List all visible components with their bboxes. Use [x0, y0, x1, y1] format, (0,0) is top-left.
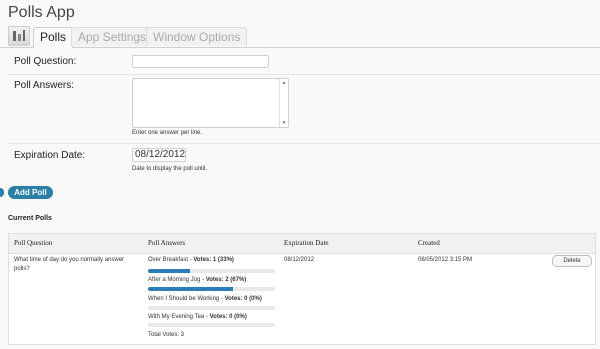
scrollbar[interactable]: ▲ ▼ [279, 79, 288, 127]
answer-0-bar-fill [148, 269, 190, 273]
poll-question-input[interactable] [132, 55, 269, 68]
answer-3-bar [148, 323, 275, 327]
app-title: Polls App [8, 4, 75, 21]
current-polls-title: Current Polls [8, 215, 52, 222]
table-header: Poll Question Poll Answers Expiration Da… [9, 234, 595, 254]
col-poll-answers: Poll Answers [148, 239, 186, 247]
divider [8, 143, 600, 144]
expiration-date-label: Expiration Date: [14, 150, 86, 161]
answer-1-bar-fill [148, 287, 234, 291]
polls-table: Poll Question Poll Answers Expiration Da… [8, 233, 596, 345]
tab-app-settings[interactable]: App Settings [71, 27, 154, 46]
app-icon [8, 26, 30, 46]
answer-2-bar [148, 306, 275, 310]
answer-0-bar [148, 269, 275, 273]
poll-question-label: Poll Question: [14, 56, 77, 67]
indicator [0, 188, 4, 197]
expiration-help-text: Date to display the poll until. [132, 166, 208, 172]
expiration-date-input[interactable]: 08/12/2012 [132, 148, 186, 162]
col-expiration-date: Expiration Date [284, 239, 329, 247]
answer-3: With My Evening Tea - Votes: 0 (0%) [148, 314, 247, 320]
created-cell: 08/05/2012 3:15 PM [418, 257, 473, 263]
answer-1: After a Morning Jog - Votes: 2 (67%) [148, 277, 247, 283]
divider [8, 74, 600, 75]
poll-question-cell: What time of day do you normally answer … [14, 257, 125, 272]
add-poll-button[interactable]: Add Poll [8, 186, 53, 199]
answer-1-bar [148, 287, 275, 291]
poll-answers-textarea[interactable]: ▲ ▼ [132, 78, 289, 128]
total-votes: Total Votes: 3 [148, 332, 185, 338]
tab-polls[interactable]: Polls [33, 27, 74, 48]
answer-2: When I Should be Working - Votes: 0 (0%) [148, 296, 262, 302]
answers-help-text: Enter one answer per line. [132, 130, 203, 136]
delete-button[interactable]: Delete [552, 255, 592, 267]
expiration-date-cell: 08/12/2012 [284, 257, 315, 263]
poll-answers-label: Poll Answers: [14, 80, 75, 91]
answer-0: Over Breakfast - Votes: 1 (33%) [148, 257, 234, 263]
tab-window-options[interactable]: Window Options [146, 27, 248, 46]
col-poll-question: Poll Question [14, 239, 53, 247]
col-created: Created [418, 239, 440, 247]
